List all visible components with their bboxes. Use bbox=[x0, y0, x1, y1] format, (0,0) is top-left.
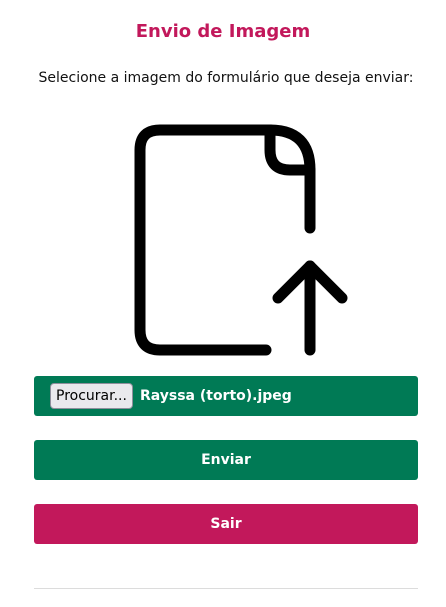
divider bbox=[34, 588, 418, 589]
exit-button[interactable]: Sair bbox=[34, 504, 418, 544]
selected-file-name: Rayssa (torto).jpeg bbox=[139, 388, 292, 404]
page-title: Envio de Imagem bbox=[135, 21, 311, 42]
file-upload-icon bbox=[134, 124, 348, 356]
instruction-text: Selecione a imagem do formulário que des… bbox=[38, 70, 414, 86]
submit-button[interactable]: Enviar bbox=[34, 440, 418, 480]
file-input[interactable]: Procurar... Rayssa (torto).jpeg bbox=[34, 376, 418, 416]
document-outline bbox=[134, 124, 316, 356]
upload-page: Envio de Imagem Selecione a imagem do fo… bbox=[0, 0, 446, 607]
browse-button[interactable]: Procurar... bbox=[50, 383, 133, 409]
